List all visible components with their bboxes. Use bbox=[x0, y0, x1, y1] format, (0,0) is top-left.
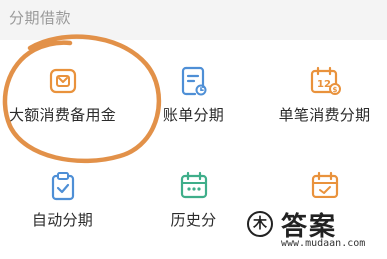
menu-item-label: 大额消费备用金 bbox=[8, 106, 117, 124]
site-watermark: 木 答案 www.mudaan.com bbox=[231, 198, 387, 259]
menu-item-single-purchase-installment[interactable]: 12 $ 单笔消费分期 bbox=[262, 65, 387, 125]
menu-item-label: 账单分期 bbox=[162, 106, 225, 124]
clipboard-check-icon bbox=[51, 172, 74, 201]
watermark-logo-icon: 木 bbox=[247, 211, 273, 237]
svg-text:$: $ bbox=[332, 86, 337, 94]
menu-item-bill-installment[interactable]: 账单分期 bbox=[131, 65, 256, 125]
menu-item-large-consumption-reserve[interactable]: 大额消费备用金 bbox=[0, 65, 125, 125]
wallet-icon bbox=[49, 68, 76, 94]
section-title: 分期借款 bbox=[9, 9, 72, 27]
calendar-12-icon: 12 $ bbox=[310, 66, 341, 95]
menu-item-label: 单笔消费分期 bbox=[278, 106, 371, 124]
bill-document-icon bbox=[181, 66, 206, 96]
watermark-url: www.mudaan.com bbox=[281, 238, 366, 249]
menu-item-label: 自动分期 bbox=[31, 211, 94, 229]
svg-text:12: 12 bbox=[317, 79, 331, 90]
menu-item-auto-installment[interactable]: 自动分期 bbox=[0, 170, 125, 230]
calendar-green-icon bbox=[180, 171, 207, 199]
